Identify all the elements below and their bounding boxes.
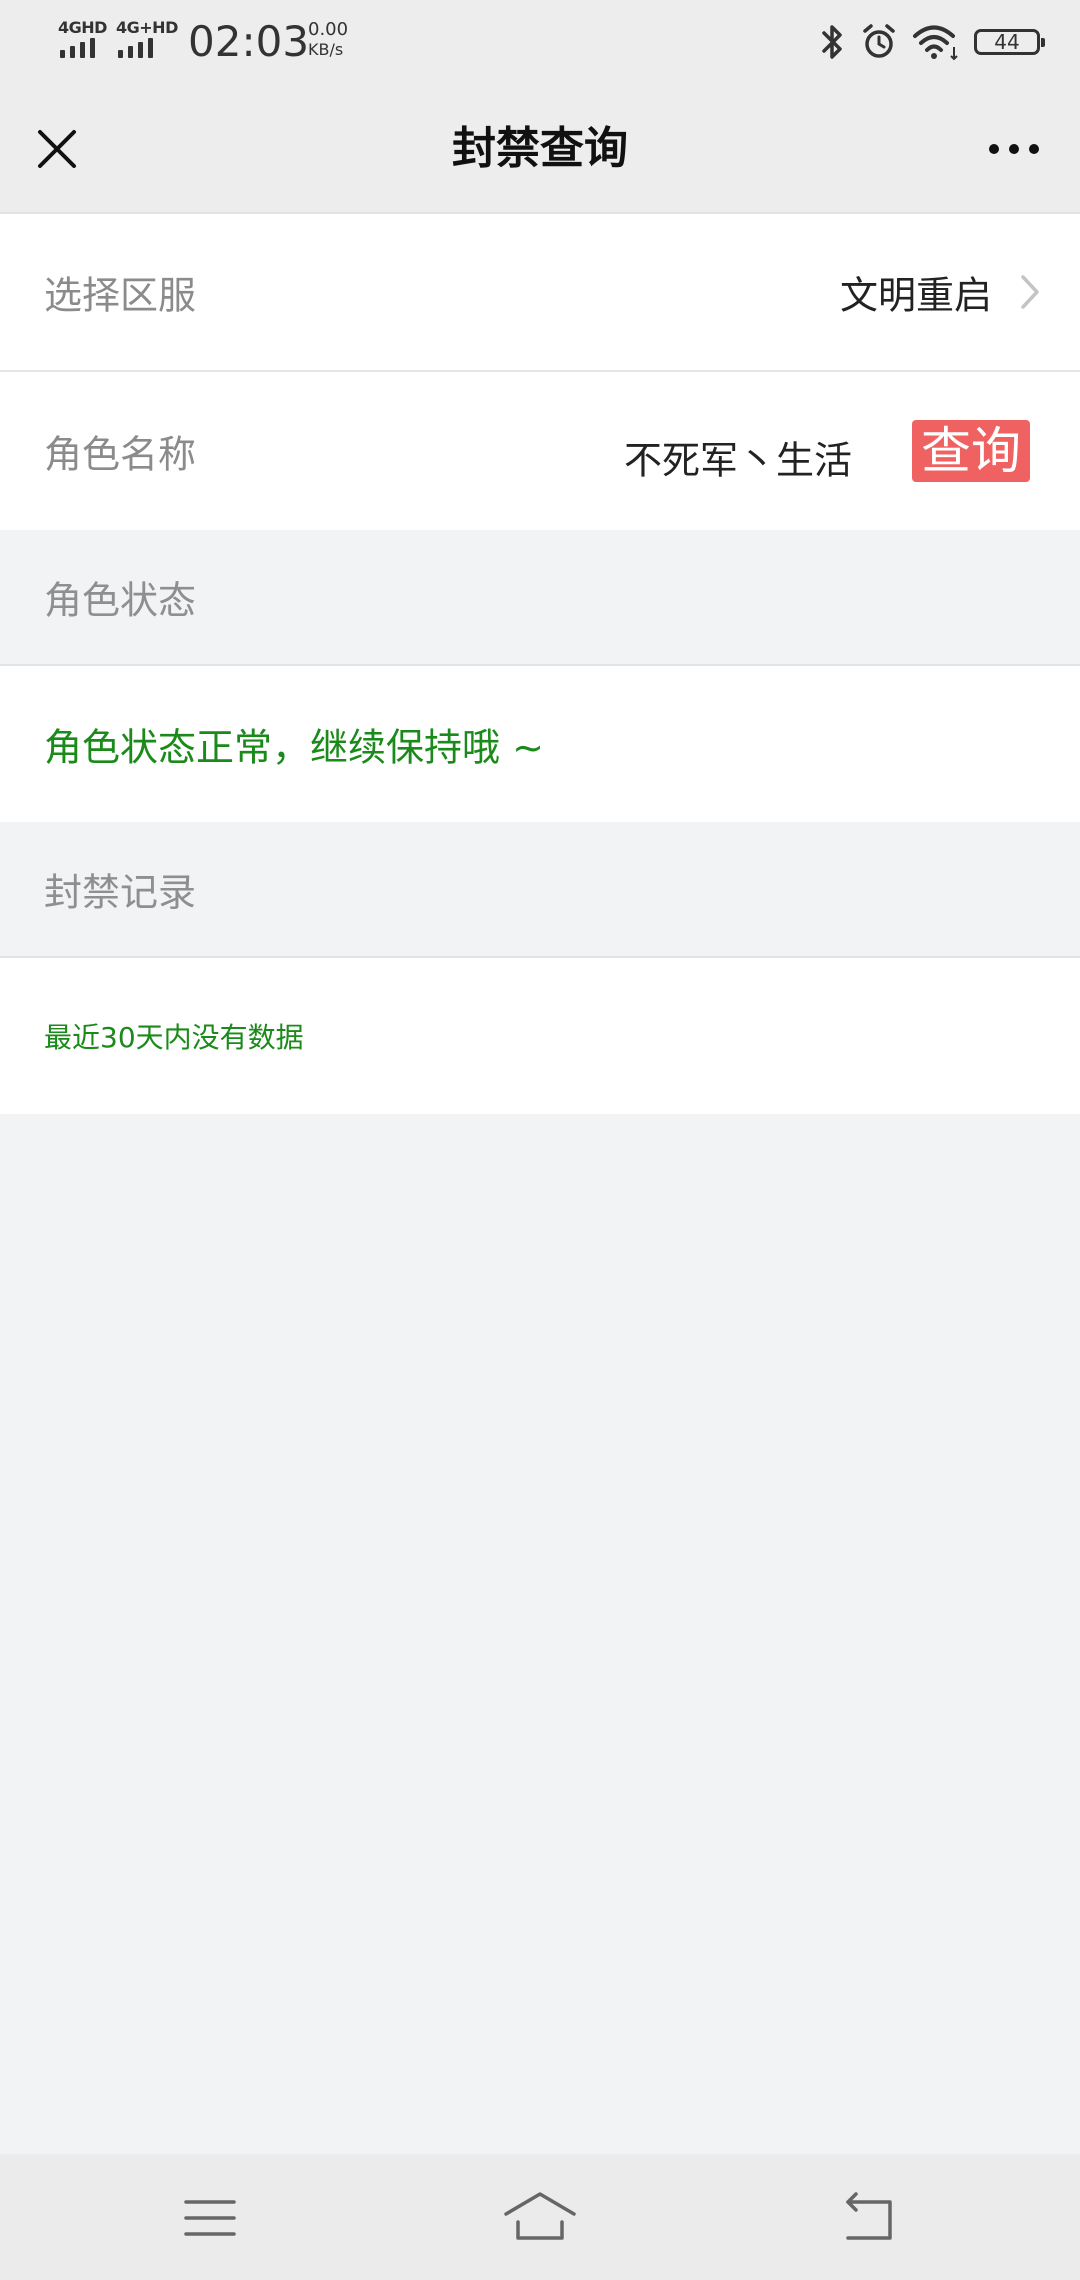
- role-status-header: 角色状态: [0, 530, 1080, 666]
- role-name-label: 角色名称: [44, 432, 197, 477]
- clock: 02:03: [188, 17, 310, 66]
- menu-icon[interactable]: [170, 2182, 250, 2252]
- nav-bar: 封禁查询: [0, 86, 1080, 214]
- role-name-row: 角色名称 不死军丶生活 查询: [0, 370, 1080, 530]
- signal-bars-icon: [60, 38, 95, 58]
- network-type-label-2: 4G+HD: [116, 18, 178, 37]
- network-speed: 0.00 KB/s: [308, 20, 348, 60]
- status-icons: 44: [820, 20, 1045, 64]
- server-select-row[interactable]: 选择区服 文明重启: [0, 214, 1080, 370]
- home-icon[interactable]: [500, 2182, 580, 2252]
- role-name-input[interactable]: 不死军丶生活: [624, 430, 852, 485]
- ban-records-row: 最近30天内没有数据: [0, 958, 1080, 1114]
- ban-records-title: 封禁记录: [44, 870, 197, 915]
- server-select-label: 选择区服: [44, 273, 197, 318]
- role-status-message: 角色状态正常，继续保持哦 ~: [44, 725, 544, 770]
- network-type-label-1: 4GHD: [58, 18, 107, 37]
- signal-bars-icon: [118, 38, 153, 58]
- more-icon[interactable]: [984, 126, 1044, 172]
- query-button[interactable]: 查询: [912, 420, 1030, 482]
- network-speed-unit: KB/s: [308, 40, 344, 59]
- battery-icon: 44: [974, 29, 1045, 55]
- signal-indicator-1: 4GHD: [58, 18, 114, 58]
- status-bar: 4GHD 4G+HD 02:03 0.00 KB/s 44: [0, 0, 1080, 86]
- server-select-value: 文明重启: [839, 273, 992, 318]
- ban-records-header: 封禁记录: [0, 822, 1080, 958]
- alarm-icon: [863, 24, 895, 58]
- system-nav-bar: [0, 2154, 1080, 2280]
- role-status-title: 角色状态: [44, 578, 197, 623]
- page-title: 封禁查询: [452, 123, 628, 174]
- chevron-right-icon: [1021, 275, 1039, 309]
- network-speed-value: 0.00: [308, 19, 349, 40]
- ban-records-message: 最近30天内没有数据: [44, 1021, 304, 1054]
- battery-level: 44: [994, 30, 1020, 54]
- role-status-row: 角色状态正常，继续保持哦 ~: [0, 666, 1080, 822]
- bluetooth-icon: [822, 25, 842, 59]
- signal-indicator-2: 4G+HD: [116, 18, 178, 58]
- back-icon[interactable]: [830, 2182, 910, 2252]
- wifi-icon: [913, 25, 958, 61]
